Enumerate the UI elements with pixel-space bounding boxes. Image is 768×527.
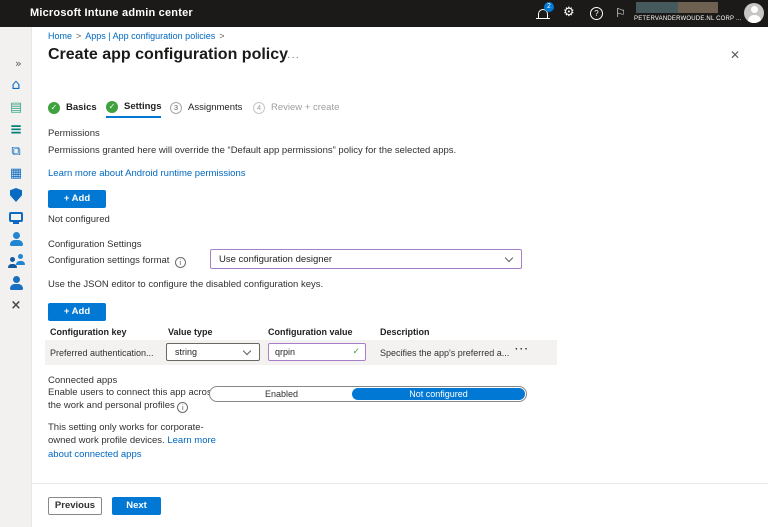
column-header-value-type: Value type xyxy=(168,327,213,337)
sidebar-item-apps[interactable]: ▦ xyxy=(0,163,32,183)
sidebar-expand-icon[interactable]: » xyxy=(15,57,22,70)
row-value-type-dropdown[interactable]: string xyxy=(166,343,260,361)
connected-apps-setting-label: Enable users to connect this app across … xyxy=(48,387,218,413)
column-header-description: Description xyxy=(380,327,430,337)
sidebar-item-dashboard[interactable]: ▤ xyxy=(0,97,32,117)
sidebar-item-endpoint-security[interactable] xyxy=(0,185,32,205)
reports-monitor-icon xyxy=(9,212,23,222)
shield-icon xyxy=(10,188,22,202)
tab-assignments-label: Assignments xyxy=(188,102,242,113)
json-editor-note: Use the JSON editor to configure the dis… xyxy=(48,279,323,290)
intune-admin-center-window: Microsoft Intune admin center 2 ⚙ ? ⚐ PE… xyxy=(0,0,768,527)
troubleshooting-icon: × xyxy=(11,299,22,312)
configuration-settings-heading: Configuration Settings xyxy=(48,239,141,250)
toggle-option-enabled[interactable]: Enabled xyxy=(210,387,353,401)
row-value-type-value: string xyxy=(175,347,197,357)
devices-icon: ⧉ xyxy=(11,145,20,158)
all-services-icon: ≡ xyxy=(10,122,23,137)
home-icon: ⌂ xyxy=(12,78,21,92)
permissions-description: Permissions granted here will override t… xyxy=(48,145,608,156)
tenant-admin-icon xyxy=(10,276,23,290)
column-header-configuration-value: Configuration value xyxy=(268,327,353,337)
configuration-format-value: Use configuration designer xyxy=(219,254,332,265)
settings-gear-icon[interactable]: ⚙ xyxy=(563,5,575,20)
sidebar-item-users[interactable] xyxy=(0,229,32,249)
breadcrumb-app-config-link[interactable]: Apps | App configuration policies xyxy=(85,31,215,41)
connected-apps-note: This setting only works for corporate-ow… xyxy=(48,421,226,461)
row-description: Specifies the app's preferred a... xyxy=(380,348,509,358)
tab-basics[interactable]: ✓ Basics xyxy=(48,97,97,118)
permissions-learn-more-link[interactable]: Learn more about Android runtime permiss… xyxy=(48,168,246,179)
tab-review-create[interactable]: 4 Review + create xyxy=(253,97,339,118)
row-configuration-value-text: qrpin xyxy=(275,347,295,357)
user-icon xyxy=(10,232,23,246)
info-icon[interactable]: i xyxy=(177,402,188,413)
previous-button[interactable]: Previous xyxy=(48,497,102,515)
step-complete-check-icon: ✓ xyxy=(48,102,60,114)
page-title: Create app configuration policy xyxy=(48,46,288,64)
permissions-heading: Permissions xyxy=(48,128,100,139)
configuration-format-label: Configuration settings format i xyxy=(48,255,186,268)
permissions-add-button[interactable]: + Add xyxy=(48,190,106,208)
groups-icon xyxy=(8,254,25,268)
connected-apps-toggle: Enabled Not configured xyxy=(209,386,527,402)
user-avatar[interactable] xyxy=(744,3,764,23)
dashboard-icon: ▤ xyxy=(10,101,22,114)
tab-basics-label: Basics xyxy=(66,102,97,113)
left-nav-sidebar: » ⌂ ▤ ≡ ⧉ ▦ × xyxy=(0,27,32,527)
info-icon[interactable]: i xyxy=(175,257,186,268)
tenant-name: PETERVANDERWOUDE.NL CORP ... xyxy=(634,16,738,22)
row-context-menu-icon[interactable]: ··· xyxy=(515,344,530,355)
permissions-status: Not configured xyxy=(48,214,110,225)
tab-assignments[interactable]: 3 Assignments xyxy=(170,97,242,118)
row-configuration-key: Preferred authentication... xyxy=(50,348,154,358)
step-number-icon: 3 xyxy=(170,102,182,114)
sidebar-item-tenant-administration[interactable] xyxy=(0,273,32,293)
next-button[interactable]: Next xyxy=(112,497,161,515)
breadcrumb: Home>Apps | App configuration policies> xyxy=(48,31,228,41)
configuration-format-dropdown[interactable]: Use configuration designer xyxy=(210,249,522,269)
tab-review-create-label: Review + create xyxy=(271,102,339,113)
tab-settings-label: Settings xyxy=(124,101,161,112)
sidebar-item-groups[interactable] xyxy=(0,251,32,271)
column-header-configuration-key: Configuration key xyxy=(50,327,127,337)
toggle-option-not-configured-selected[interactable]: Not configured xyxy=(352,388,525,400)
connected-apps-heading: Connected apps xyxy=(48,375,117,386)
valid-check-icon: ✓ xyxy=(352,347,360,357)
feedback-icon[interactable]: ⚐ xyxy=(615,6,626,20)
close-icon[interactable]: ✕ xyxy=(730,48,740,62)
help-icon[interactable]: ? xyxy=(590,7,603,20)
chevron-down-icon xyxy=(243,346,251,354)
step-complete-check-icon: ✓ xyxy=(106,101,118,113)
app-title: Microsoft Intune admin center xyxy=(30,7,193,19)
more-options-icon[interactable]: ··· xyxy=(287,52,300,63)
sidebar-item-all-services[interactable]: ≡ xyxy=(0,119,32,139)
sidebar-item-devices[interactable]: ⧉ xyxy=(0,141,32,161)
tab-settings-active[interactable]: ✓ Settings xyxy=(106,97,161,118)
row-configuration-value-input[interactable]: qrpin ✓ xyxy=(268,343,366,361)
top-bar: Microsoft Intune admin center 2 ⚙ ? ⚐ PE… xyxy=(0,0,768,27)
footer-divider xyxy=(32,483,768,484)
notification-badge: 2 xyxy=(544,2,554,12)
sidebar-item-troubleshooting[interactable]: × xyxy=(0,295,32,315)
apps-icon: ▦ xyxy=(10,167,22,180)
breadcrumb-separator: > xyxy=(215,31,228,41)
breadcrumb-separator: > xyxy=(72,31,85,41)
sidebar-item-reports[interactable] xyxy=(0,207,32,227)
chevron-down-icon xyxy=(505,253,513,261)
sidebar-item-home[interactable]: ⌂ xyxy=(0,75,32,95)
configuration-add-button[interactable]: + Add xyxy=(48,303,106,321)
breadcrumb-home-link[interactable]: Home xyxy=(48,31,72,41)
step-number-icon: 4 xyxy=(253,102,265,114)
redacted-account-block xyxy=(678,2,718,13)
redacted-account-block xyxy=(636,2,678,13)
